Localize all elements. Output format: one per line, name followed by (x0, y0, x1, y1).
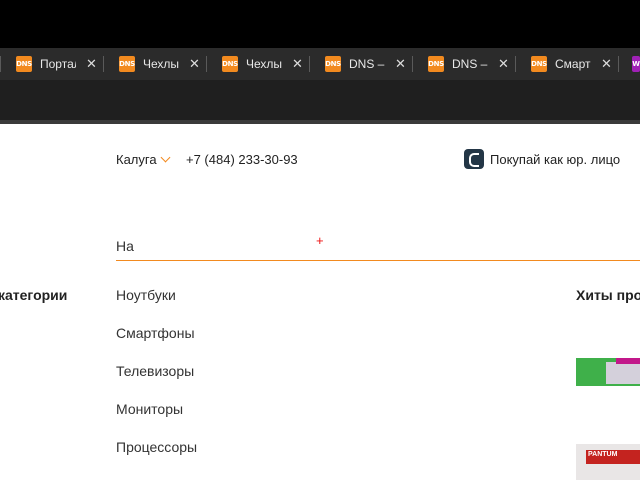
tab-separator (206, 56, 207, 72)
tab-title: Портал (40, 57, 76, 71)
category-link[interactable]: Ноутбуки (116, 287, 176, 303)
tab-separator (309, 56, 310, 72)
city-name: Калуга (116, 152, 157, 167)
city-selector[interactable]: Калуга (116, 152, 171, 167)
product-brand-label: PANTUM (588, 451, 618, 458)
dns-favicon-icon: DNS (531, 56, 547, 72)
close-icon[interactable]: ✕ (86, 48, 97, 80)
product-package-stripe (616, 358, 640, 364)
tab-separator (618, 56, 619, 72)
search-input[interactable] (116, 238, 316, 254)
dns-favicon-icon: DNS (428, 56, 444, 72)
cursor-crosshair-icon: + (316, 233, 324, 248)
phone-number[interactable]: +7 (484) 233-30-93 (186, 152, 298, 167)
search-bar[interactable] (116, 232, 640, 261)
close-icon[interactable]: ✕ (498, 48, 509, 80)
business-purchase-link[interactable]: Покупай как юр. лицо (464, 149, 620, 169)
category-link[interactable]: Смартфоны (116, 325, 195, 341)
browser-title-bar (0, 0, 640, 48)
tab-title: DNS – (452, 57, 488, 71)
product-image[interactable] (576, 358, 640, 386)
tab-title: Чехлы (143, 57, 179, 71)
tab-separator (412, 56, 413, 72)
tab-title: Смартф (555, 57, 591, 71)
tab-separator (103, 56, 104, 72)
dns-favicon-icon: DNS (119, 56, 135, 72)
category-link[interactable]: Процессоры (116, 439, 197, 455)
browser-toolbar (0, 80, 640, 120)
dns-favicon-icon: DNS (16, 56, 32, 72)
browser-tab[interactable]: DNS Чехлы ✕ (103, 48, 206, 80)
close-icon[interactable]: ✕ (395, 48, 406, 80)
tab-title: DNS – (349, 57, 385, 71)
close-icon[interactable]: ✕ (189, 48, 200, 80)
categories-heading: категории (0, 287, 68, 303)
hits-heading: Хиты про (576, 287, 640, 303)
category-link[interactable]: Мониторы (116, 401, 183, 417)
browser-tab[interactable]: DNS DNS – ✕ (412, 48, 515, 80)
browser-tab[interactable]: W (618, 48, 640, 80)
close-icon[interactable]: ✕ (292, 48, 303, 80)
chevron-down-icon (160, 152, 171, 163)
close-icon[interactable]: ✕ (601, 48, 612, 80)
business-logo-icon (464, 149, 484, 169)
product-package (606, 362, 640, 384)
browser-tab[interactable]: DNS Чехлы ✕ (206, 48, 309, 80)
browser-tab[interactable]: DNS DNS – ✕ (309, 48, 412, 80)
business-link-label: Покупай как юр. лицо (490, 151, 621, 167)
dns-favicon-icon: DNS (325, 56, 341, 72)
toolbar-divider (0, 120, 640, 124)
dns-favicon-icon: DNS (222, 56, 238, 72)
browser-tab-strip: DNS Портал ✕ DNS Чехлы ✕ DNS Чехлы ✕ DNS… (0, 48, 640, 80)
browser-tab[interactable]: DNS Портал ✕ (0, 48, 103, 80)
w-favicon-icon: W (632, 56, 640, 72)
category-link[interactable]: Телевизоры (116, 363, 194, 379)
tab-separator (0, 56, 1, 72)
tab-title: Чехлы (246, 57, 282, 71)
browser-tab[interactable]: DNS Смартф ✕ (515, 48, 618, 80)
tab-separator (515, 56, 516, 72)
product-image[interactable]: PANTUM (576, 444, 640, 480)
